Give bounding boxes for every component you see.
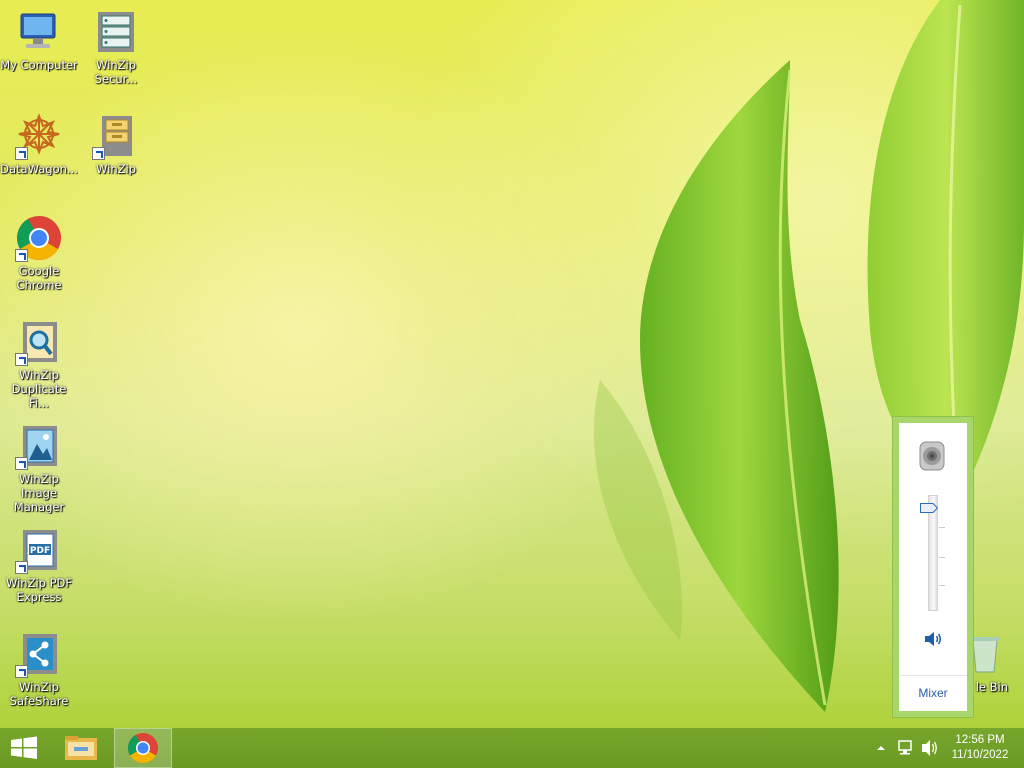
winzip-safeshare-icon xyxy=(15,630,63,678)
desktop-icon-google-chrome[interactable]: Google Chrome xyxy=(0,214,78,292)
file-explorer-button[interactable] xyxy=(56,728,106,768)
volume-flyout-panel: Mixer xyxy=(899,423,967,711)
clock-date: 11/10/2022 xyxy=(951,749,1009,761)
chrome-icon xyxy=(15,214,63,262)
windows-logo-icon xyxy=(11,736,37,759)
network-icon xyxy=(898,740,912,755)
winzip-pdf-express-icon: PDF xyxy=(15,526,63,574)
chrome-icon xyxy=(127,733,158,764)
speaker-icon xyxy=(922,740,937,756)
winzip-duplicate-finder-icon xyxy=(15,318,63,366)
network-tray-button[interactable] xyxy=(896,728,916,768)
desktop-icon-label: My Computer xyxy=(0,58,78,72)
divider xyxy=(899,675,967,676)
desktop-icon-label: DataWagon... xyxy=(0,162,78,176)
wallpaper xyxy=(593,0,1024,712)
mixer-link[interactable]: Mixer xyxy=(899,686,967,700)
volume-tick xyxy=(939,527,945,528)
desktop-icon-winzip-image-manager[interactable]: WinZip Image Manager xyxy=(0,422,78,514)
volume-slider-thumb[interactable] xyxy=(920,502,939,513)
desktop-icon-label: WinZip SafeShare xyxy=(9,680,69,708)
volume-tray-button[interactable] xyxy=(920,728,940,768)
chrome-taskbar-button[interactable] xyxy=(114,728,172,768)
winzip-image-manager-icon xyxy=(15,422,63,470)
device-speaker-icon[interactable] xyxy=(916,439,950,473)
desktop-icon-winzip-pdf-express[interactable]: PDF WinZip PDF Express xyxy=(0,526,78,604)
winzip-icon xyxy=(92,112,140,160)
shortcut-arrow-icon xyxy=(15,147,28,160)
datawagon-icon xyxy=(15,112,63,160)
desktop-icon-winzip-duplicate-finder[interactable]: WinZip Duplicate Fi... xyxy=(0,318,78,410)
clock[interactable]: 12:56 PM 11/10/2022 xyxy=(940,733,1020,763)
file-explorer-icon xyxy=(65,736,97,760)
desktop-icon-winzip[interactable]: WinZip xyxy=(77,112,155,176)
desktop-icon-label: WinZip Duplicate Fi... xyxy=(11,368,67,410)
clock-time: 12:56 PM xyxy=(955,734,1005,746)
shortcut-arrow-icon xyxy=(15,353,28,366)
desktop-icon-winzip-secure[interactable]: WinZip Secur... xyxy=(77,8,155,86)
desktop-icon-winzip-safeshare[interactable]: WinZip SafeShare xyxy=(0,630,78,708)
shortcut-arrow-icon xyxy=(15,457,28,470)
volume-flyout: Mixer xyxy=(892,416,974,718)
computer-icon xyxy=(15,8,63,56)
desktop-icon-label: WinZip PDF Express xyxy=(5,576,73,604)
show-hidden-icons-button[interactable] xyxy=(874,728,888,768)
shortcut-arrow-icon xyxy=(15,249,28,262)
taskbar: 12:56 PM 11/10/2022 xyxy=(0,728,1024,768)
desktop-icon-label: WinZip Image Manager xyxy=(13,472,65,514)
volume-tick xyxy=(939,557,945,558)
shortcut-arrow-icon xyxy=(15,665,28,678)
volume-tick xyxy=(939,585,945,586)
shortcut-arrow-icon xyxy=(92,147,105,160)
shortcut-arrow-icon xyxy=(15,561,28,574)
mute-speaker-icon[interactable] xyxy=(923,630,943,648)
desktop-icon-my-computer[interactable]: My Computer xyxy=(0,8,78,72)
desktop-icon-datawagon[interactable]: DataWagon... xyxy=(0,112,78,176)
leaf-left xyxy=(640,60,839,712)
desktop-icon-label: WinZip Secur... xyxy=(94,58,138,86)
start-button[interactable] xyxy=(0,728,48,768)
winzip-secure-backup-icon xyxy=(92,8,140,56)
desktop-icon-label: WinZip xyxy=(96,162,136,176)
desktop-icon-label: Google Chrome xyxy=(16,264,62,292)
svg-text:PDF: PDF xyxy=(30,546,50,556)
chevron-up-icon xyxy=(877,746,885,750)
